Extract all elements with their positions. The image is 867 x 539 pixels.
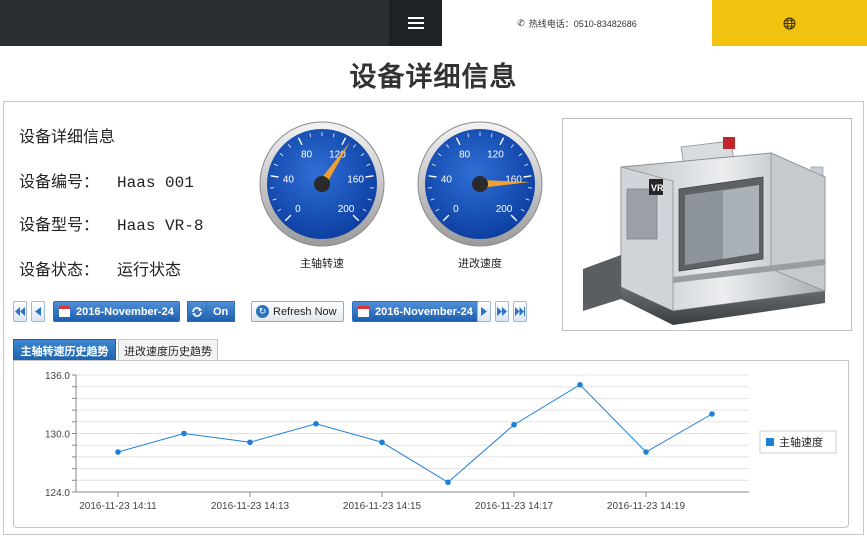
x-tick-label: 2016-11-23 14:17 <box>475 501 554 512</box>
next-button[interactable] <box>477 301 491 322</box>
y-tick-label: 130.0 <box>45 430 70 441</box>
device-number-row: 设备编号： Haas 001 <box>19 168 194 192</box>
chevron-left-icon <box>35 307 41 316</box>
sync-icon <box>192 306 202 317</box>
x-tick-label: 2016-11-23 14:11 <box>79 501 157 512</box>
chevron-right-icon <box>481 307 487 316</box>
top-bar-dark-section <box>0 0 442 46</box>
calendar-icon <box>59 306 70 317</box>
double-chevron-left-icon <box>15 307 25 316</box>
history-line-chart: 124.0 130.0 136.0 2016-11-23 14:11 2016-11-2… <box>45 371 837 512</box>
svg-text:VR: VR <box>651 183 664 193</box>
x-tick-label: 2016-11-23 14:13 <box>211 501 290 512</box>
double-chevron-right-icon <box>497 307 507 316</box>
device-info-heading: 设备详细信息 <box>19 127 116 146</box>
page-title: 设备详细信息 <box>349 62 518 92</box>
globe-icon <box>783 17 796 29</box>
previous-button[interactable] <box>31 301 45 322</box>
spindle-speed-gauge: 04080 120160200 <box>259 121 385 247</box>
device-status-label: 设备状态： <box>19 260 100 279</box>
refresh-now-label: Refresh Now <box>273 305 337 318</box>
data-point[interactable] <box>379 439 385 446</box>
start-date-value: 2016-November-24 <box>76 305 174 318</box>
gauge-tick-label: 40 <box>283 175 295 186</box>
gauge-tick-label: 40 <box>441 175 453 186</box>
end-date-picker[interactable]: 2016-November-24 <box>352 301 479 322</box>
legend-swatch <box>766 438 774 446</box>
data-point[interactable] <box>709 411 715 417</box>
auto-refresh-toggle[interactable]: On <box>187 301 236 322</box>
x-tick-label: 2016-11-23 14:15 <box>343 501 422 512</box>
start-date-picker[interactable]: 2016-November-24 <box>53 301 180 322</box>
calendar-icon <box>358 306 369 317</box>
gauge-tick-label: 160 <box>347 175 364 186</box>
gauge-tick-label: 120 <box>487 150 504 161</box>
menu-button[interactable] <box>389 0 442 46</box>
tab-feed-rate-history[interactable]: 进改速度历史趋势 <box>118 339 218 361</box>
top-bar: ✆ 热线电话：0510-83482686 <box>0 0 867 46</box>
end-date-value: 2016-November-24 <box>375 305 473 318</box>
language-button[interactable] <box>712 0 867 46</box>
history-chart-frame: 124.0 130.0 136.0 2016-11-23 14:11 2016-11-2… <box>13 360 849 528</box>
fast-forward-button[interactable] <box>495 301 509 322</box>
data-point[interactable] <box>445 479 451 486</box>
refresh-icon: ↻ <box>256 305 269 318</box>
gauge-tick-label: 200 <box>338 204 355 215</box>
spindle-speed-gauge-label: 主轴转速 <box>300 258 344 270</box>
gauge-tick-label: 200 <box>496 204 513 215</box>
gauge-tick-label: 0 <box>295 204 301 215</box>
y-tick-label: 124.0 <box>45 488 70 499</box>
refresh-now-button[interactable]: ↻ Refresh Now <box>251 301 344 322</box>
auto-refresh-cycle-button[interactable] <box>187 301 207 322</box>
device-number-value: Haas 001 <box>117 174 194 192</box>
device-model-label: 设备型号： <box>19 215 100 234</box>
hotline: ✆ 热线电话：0510-83482686 <box>442 0 712 46</box>
last-page-button[interactable] <box>513 301 527 322</box>
y-tick-label: 136.0 <box>45 371 70 382</box>
device-status-row: 设备状态： 运行状态 <box>19 256 181 280</box>
data-point[interactable] <box>115 449 121 455</box>
first-page-button[interactable] <box>13 301 27 322</box>
hamburger-menu-icon <box>407 17 424 29</box>
device-model-row: 设备型号： Haas VR-8 <box>19 211 203 235</box>
tab-spindle-speed-history[interactable]: 主轴转速历史趋势 <box>13 339 116 361</box>
x-tick-label: 2016-11-23 14:19 <box>607 501 686 512</box>
phone-icon: ✆ <box>517 17 525 28</box>
device-model-value: Haas VR-8 <box>117 217 204 235</box>
legend-label: 主轴速度 <box>779 435 823 449</box>
chart-legend: 主轴速度 <box>759 430 837 454</box>
data-point[interactable] <box>313 420 319 427</box>
machine-image: VR <box>562 118 852 331</box>
auto-refresh-on-button[interactable]: On <box>207 301 236 322</box>
data-point[interactable] <box>577 381 583 388</box>
gauge-hub <box>314 176 330 192</box>
cnc-machine-illustration: VR <box>583 137 826 325</box>
device-status-value: 运行状态 <box>117 260 182 279</box>
data-point[interactable] <box>247 439 253 446</box>
feed-rate-gauge: 04080 120160200 <box>417 121 543 247</box>
gauge-tick-label: 80 <box>301 150 313 161</box>
hotline-text: 热线电话：0510-83482686 <box>528 18 637 29</box>
data-point[interactable] <box>511 421 517 428</box>
data-point[interactable] <box>643 449 649 455</box>
gauge-hub <box>472 176 488 192</box>
gauge-tick-label: 80 <box>459 150 471 161</box>
data-point[interactable] <box>181 430 187 437</box>
device-number-label: 设备编号： <box>19 172 100 191</box>
gauge-tick-label: 0 <box>453 204 459 215</box>
double-chevron-right-end-icon <box>515 307 525 316</box>
feed-rate-gauge-label: 进改速度 <box>458 258 502 270</box>
